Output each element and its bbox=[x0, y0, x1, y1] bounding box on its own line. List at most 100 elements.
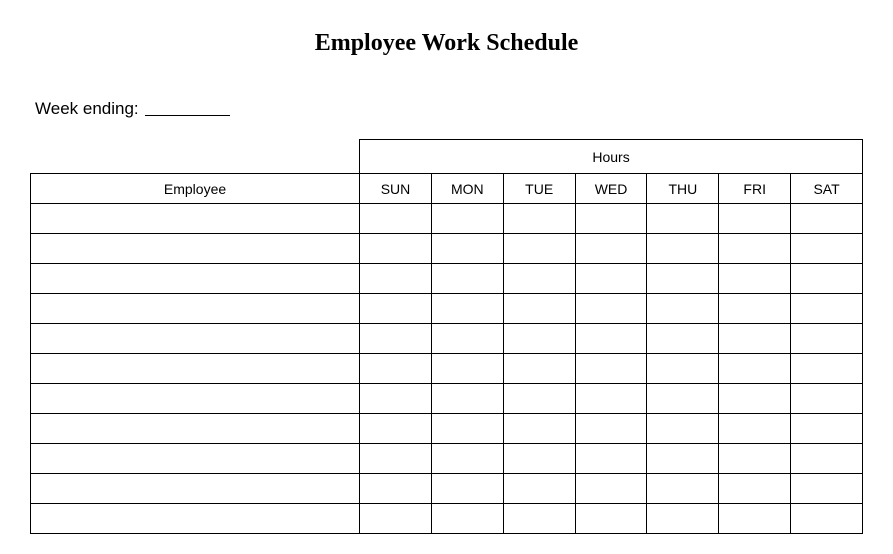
hours-cell[interactable] bbox=[431, 504, 503, 534]
hours-cell[interactable] bbox=[647, 504, 719, 534]
hours-cell[interactable] bbox=[431, 234, 503, 264]
page-title: Employee Work Schedule bbox=[30, 30, 863, 57]
hours-cell[interactable] bbox=[431, 294, 503, 324]
week-ending-line: Week ending: bbox=[35, 97, 863, 119]
table-row bbox=[31, 384, 863, 414]
hours-cell[interactable] bbox=[503, 354, 575, 384]
employee-cell[interactable] bbox=[31, 324, 360, 354]
hours-header: Hours bbox=[360, 140, 863, 174]
hours-cell[interactable] bbox=[647, 414, 719, 444]
hours-cell[interactable] bbox=[719, 354, 791, 384]
hours-cell[interactable] bbox=[719, 264, 791, 294]
hours-cell[interactable] bbox=[431, 264, 503, 294]
week-ending-value[interactable] bbox=[145, 99, 230, 116]
hours-cell[interactable] bbox=[360, 414, 432, 444]
employee-cell[interactable] bbox=[31, 234, 360, 264]
hours-cell[interactable] bbox=[431, 444, 503, 474]
hours-cell[interactable] bbox=[647, 234, 719, 264]
hours-cell[interactable] bbox=[791, 264, 863, 294]
hours-cell[interactable] bbox=[503, 384, 575, 414]
hours-cell[interactable] bbox=[431, 384, 503, 414]
hours-cell[interactable] bbox=[360, 324, 432, 354]
hours-cell[interactable] bbox=[360, 444, 432, 474]
hours-cell[interactable] bbox=[575, 384, 647, 414]
table-row bbox=[31, 444, 863, 474]
hours-cell[interactable] bbox=[719, 504, 791, 534]
table-row bbox=[31, 204, 863, 234]
hours-cell[interactable] bbox=[791, 414, 863, 444]
week-ending-label: Week ending: bbox=[35, 99, 139, 118]
hours-cell[interactable] bbox=[791, 384, 863, 414]
employee-cell[interactable] bbox=[31, 354, 360, 384]
hours-cell[interactable] bbox=[575, 204, 647, 234]
employee-cell[interactable] bbox=[31, 474, 360, 504]
hours-cell[interactable] bbox=[647, 384, 719, 414]
hours-cell[interactable] bbox=[647, 294, 719, 324]
hours-cell[interactable] bbox=[360, 504, 432, 534]
hours-cell[interactable] bbox=[647, 354, 719, 384]
hours-cell[interactable] bbox=[503, 444, 575, 474]
hours-cell[interactable] bbox=[503, 204, 575, 234]
hours-cell[interactable] bbox=[575, 414, 647, 444]
hours-cell[interactable] bbox=[791, 444, 863, 474]
hours-cell[interactable] bbox=[503, 504, 575, 534]
employee-cell[interactable] bbox=[31, 444, 360, 474]
hours-cell[interactable] bbox=[503, 324, 575, 354]
hours-cell[interactable] bbox=[503, 294, 575, 324]
hours-cell[interactable] bbox=[719, 414, 791, 444]
hours-cell[interactable] bbox=[647, 324, 719, 354]
hours-cell[interactable] bbox=[791, 474, 863, 504]
employee-cell[interactable] bbox=[31, 204, 360, 234]
hours-cell[interactable] bbox=[647, 204, 719, 234]
hours-cell[interactable] bbox=[360, 204, 432, 234]
hours-cell[interactable] bbox=[647, 444, 719, 474]
hours-cell[interactable] bbox=[791, 234, 863, 264]
employee-cell[interactable] bbox=[31, 384, 360, 414]
day-header-tue: TUE bbox=[503, 174, 575, 204]
hours-cell[interactable] bbox=[503, 264, 575, 294]
hours-cell[interactable] bbox=[360, 354, 432, 384]
hours-cell[interactable] bbox=[719, 324, 791, 354]
hours-cell[interactable] bbox=[719, 444, 791, 474]
hours-cell[interactable] bbox=[647, 474, 719, 504]
hours-cell[interactable] bbox=[719, 204, 791, 234]
day-header-mon: MON bbox=[431, 174, 503, 204]
hours-cell[interactable] bbox=[791, 204, 863, 234]
hours-cell[interactable] bbox=[503, 474, 575, 504]
hours-cell[interactable] bbox=[360, 264, 432, 294]
hours-cell[interactable] bbox=[360, 474, 432, 504]
hours-cell[interactable] bbox=[431, 354, 503, 384]
hours-cell[interactable] bbox=[575, 354, 647, 384]
hours-cell[interactable] bbox=[431, 474, 503, 504]
employee-cell[interactable] bbox=[31, 294, 360, 324]
hours-cell[interactable] bbox=[503, 234, 575, 264]
hours-cell[interactable] bbox=[719, 474, 791, 504]
hours-cell[interactable] bbox=[575, 444, 647, 474]
hours-cell[interactable] bbox=[431, 414, 503, 444]
hours-cell[interactable] bbox=[647, 264, 719, 294]
hours-cell[interactable] bbox=[791, 504, 863, 534]
hours-cell[interactable] bbox=[575, 234, 647, 264]
employee-cell[interactable] bbox=[31, 414, 360, 444]
hours-cell[interactable] bbox=[360, 234, 432, 264]
hours-cell[interactable] bbox=[360, 294, 432, 324]
employee-cell[interactable] bbox=[31, 504, 360, 534]
hours-cell[interactable] bbox=[791, 324, 863, 354]
hours-cell[interactable] bbox=[791, 294, 863, 324]
hours-cell[interactable] bbox=[431, 204, 503, 234]
hours-cell[interactable] bbox=[791, 354, 863, 384]
hours-cell[interactable] bbox=[360, 384, 432, 414]
hours-cell[interactable] bbox=[503, 414, 575, 444]
table-row bbox=[31, 264, 863, 294]
employee-cell[interactable] bbox=[31, 264, 360, 294]
hours-cell[interactable] bbox=[431, 324, 503, 354]
hours-cell[interactable] bbox=[575, 294, 647, 324]
hours-cell[interactable] bbox=[575, 474, 647, 504]
hours-cell[interactable] bbox=[719, 384, 791, 414]
hours-cell[interactable] bbox=[575, 264, 647, 294]
hours-cell[interactable] bbox=[719, 294, 791, 324]
hours-cell[interactable] bbox=[575, 504, 647, 534]
hours-cell[interactable] bbox=[719, 234, 791, 264]
hours-cell[interactable] bbox=[575, 324, 647, 354]
table-row bbox=[31, 324, 863, 354]
